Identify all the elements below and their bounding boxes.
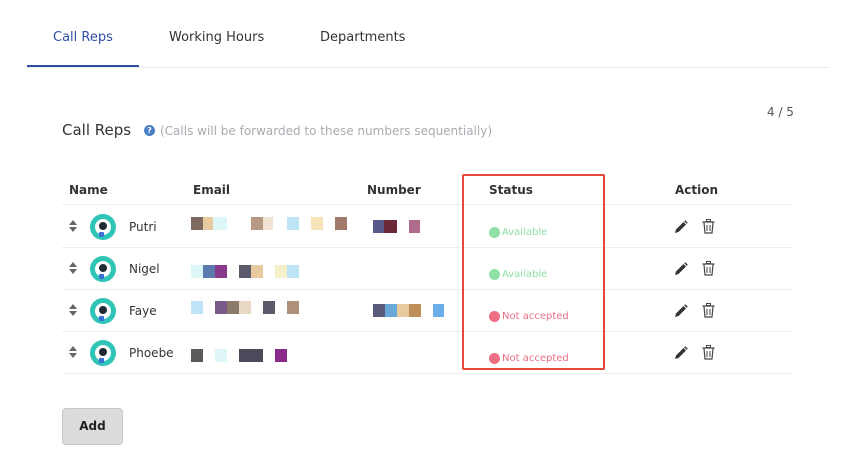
pencil-icon[interactable]: [674, 304, 688, 318]
table-row: Nigel Available: [62, 248, 792, 290]
header-divider: [62, 204, 792, 205]
active-tab-indicator: [27, 65, 139, 67]
table-row: Putri Available: [62, 206, 792, 248]
drag-handle-icon[interactable]: [69, 346, 77, 358]
trash-icon[interactable]: [702, 303, 715, 318]
question-circle-icon[interactable]: ?: [144, 125, 155, 136]
table-row: Phoebe Not accepted: [62, 332, 792, 374]
tab-call-reps[interactable]: Call Reps: [53, 30, 113, 45]
trash-icon[interactable]: [702, 219, 715, 234]
column-header-name: Name: [69, 183, 108, 197]
rep-name: Putri: [129, 220, 157, 234]
rep-name: Phoebe: [129, 346, 174, 360]
drag-handle-icon[interactable]: [69, 262, 77, 274]
avatar: [90, 340, 116, 366]
column-header-action: Action: [675, 183, 719, 197]
table-row: Faye Not accepted: [62, 290, 792, 332]
tab-working-hours[interactable]: Working Hours: [169, 30, 264, 45]
trash-icon[interactable]: [702, 345, 715, 360]
trash-icon[interactable]: [702, 261, 715, 276]
rep-name: Nigel: [129, 262, 160, 276]
section-hint: (Calls will be forwarded to these number…: [160, 124, 493, 138]
pencil-icon[interactable]: [674, 220, 688, 234]
avatar: [90, 298, 116, 324]
avatar: [90, 214, 116, 240]
drag-handle-icon[interactable]: [69, 220, 77, 232]
tab-bar: Call Reps Working Hours Departments: [27, 0, 829, 68]
status-highlight-box: [462, 174, 605, 370]
column-header-number: Number: [367, 183, 421, 197]
avatar: [90, 256, 116, 282]
pencil-icon[interactable]: [674, 262, 688, 276]
column-header-email: Email: [193, 183, 231, 197]
section-title: Call Reps: [62, 121, 132, 139]
rep-name: Faye: [129, 304, 157, 318]
pencil-icon[interactable]: [674, 346, 688, 360]
tab-departments[interactable]: Departments: [320, 30, 405, 45]
add-button[interactable]: Add: [62, 408, 123, 445]
drag-handle-icon[interactable]: [69, 304, 77, 316]
page-counter: 4 / 5: [767, 105, 794, 119]
